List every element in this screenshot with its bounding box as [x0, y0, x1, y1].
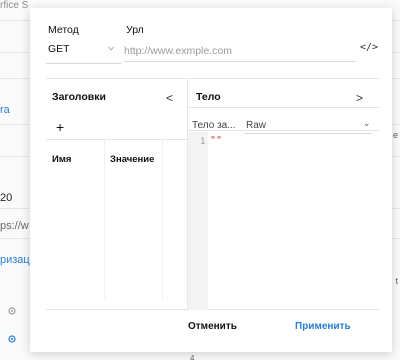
column-divider: [162, 139, 163, 299]
background-url: ps://w: [0, 220, 29, 232]
body-type-label: Тело за...: [192, 120, 236, 131]
editor-gutter: [188, 132, 208, 310]
code-view-icon[interactable]: </>: [360, 42, 378, 53]
column-divider: [104, 139, 105, 299]
body-title: Тело: [196, 91, 221, 103]
method-label: Метод: [48, 24, 79, 36]
body-toolbar: Тело за... Raw ⌄: [188, 107, 380, 134]
chevron-left-icon[interactable]: <: [166, 91, 173, 105]
chevron-down-icon[interactable]: ⌄: [363, 118, 371, 129]
background-fragment: t: [395, 276, 398, 286]
background-number: 4: [190, 354, 195, 360]
background-title: rfice S: [0, 0, 29, 11]
body-editor[interactable]: "": [210, 135, 222, 146]
header-column-value: Значение: [110, 154, 155, 165]
method-underline: [46, 63, 121, 64]
headers-panel: Заголовки < + Имя Значение: [46, 79, 188, 310]
body-panel: Тело > Тело за... Raw ⌄ 1 "": [188, 79, 380, 310]
headers-title: Заголовки: [52, 91, 106, 103]
format-underline: [244, 133, 372, 134]
chevron-right-icon[interactable]: >: [356, 91, 363, 105]
url-input[interactable]: [124, 40, 356, 62]
background-fragment: e: [392, 130, 398, 140]
url-label: Урл: [126, 24, 144, 36]
apply-button[interactable]: Применить: [295, 321, 351, 332]
request-dialog: Метод GET ⌵ Урл </> Заголовки < + Имя Зн…: [30, 8, 392, 352]
body-format-select[interactable]: Raw: [246, 120, 266, 131]
header-column-name: Имя: [52, 154, 72, 165]
settings-icon[interactable]: [6, 305, 18, 317]
headers-table-header: Имя Значение: [46, 139, 188, 165]
add-header-button[interactable]: +: [56, 119, 64, 135]
method-select[interactable]: GET: [48, 43, 70, 55]
chevron-down-icon[interactable]: ⌵: [108, 43, 114, 53]
background-link[interactable]: ra: [0, 104, 10, 116]
request-panels: Заголовки < + Имя Значение Тело > Тело з…: [46, 78, 380, 310]
cancel-button[interactable]: Отменить: [188, 321, 237, 332]
line-number: 1: [200, 137, 206, 147]
settings-icon[interactable]: [6, 333, 18, 345]
background-value: 20: [0, 192, 13, 204]
